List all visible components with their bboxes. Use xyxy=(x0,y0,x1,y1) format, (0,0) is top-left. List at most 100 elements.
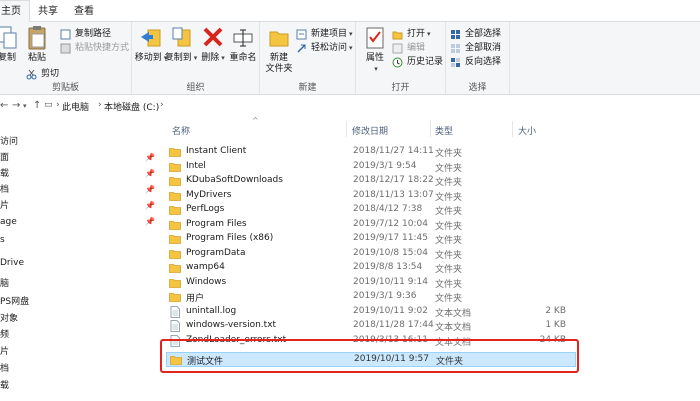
properties-label: 属性 ▾ xyxy=(365,53,384,73)
edit-label: 编辑 xyxy=(407,43,426,53)
select-group: 全部选择 全部取消 反向选择 选择 xyxy=(446,22,510,95)
tab-share[interactable]: 共享 xyxy=(30,2,66,22)
nav-item[interactable]: 频 xyxy=(0,327,9,343)
copy-to-icon xyxy=(172,27,191,47)
nav-item[interactable]: 面 xyxy=(0,150,9,166)
file-row[interactable]: unintall.log 2019/10/11 9:02 文本文档 2 KB xyxy=(166,305,576,320)
breadcrumb-this-pc[interactable]: 此电脑 xyxy=(62,100,89,113)
file-size: 1 KB xyxy=(545,320,566,330)
tab-home-label: 主页 xyxy=(1,6,21,17)
rename-button[interactable]: 重命名 xyxy=(226,25,260,64)
new-item-button[interactable]: 新建项目 ▾ xyxy=(296,27,353,41)
open-button[interactable]: 打开 ▾ xyxy=(392,27,431,41)
pin-icon: 📌 xyxy=(145,169,155,178)
file-type: 文本文档 xyxy=(435,323,472,333)
column-header-type[interactable]: 类型 xyxy=(435,124,453,137)
file-modified-date: 2019/10/11 9:02 xyxy=(353,305,428,316)
text-file-icon xyxy=(170,320,180,332)
rename-icon xyxy=(233,29,253,47)
nav-item[interactable]: 档 xyxy=(0,361,9,377)
properties-button[interactable]: 属性 ▾ xyxy=(358,25,392,75)
column-divider[interactable] xyxy=(512,121,513,137)
file-row[interactable]: KDubaSoftDownloads 2018/12/17 18:22 文件夹 xyxy=(166,174,576,189)
recent-dropdown-icon[interactable]: ▾ xyxy=(23,102,27,110)
cut-button[interactable]: 剪切 xyxy=(26,67,59,81)
file-row[interactable]: PerfLogs 2018/4/12 7:38 文件夹 xyxy=(166,203,576,218)
file-row[interactable]: Intel 2019/3/1 9:54 文件夹 xyxy=(166,160,576,175)
copy-path-button[interactable]: 复制路径 xyxy=(60,27,111,41)
delete-label: 删除 ▾ xyxy=(201,53,225,63)
sort-ascending-icon: ^ xyxy=(252,116,259,125)
nav-item[interactable]: age xyxy=(0,214,17,230)
breadcrumb-local-disk[interactable]: 本地磁盘 (C:) xyxy=(104,100,159,113)
file-row[interactable]: MyDrivers 2018/11/13 13:07 文件夹 xyxy=(166,189,576,204)
open-group-label: 打开 xyxy=(391,83,410,93)
file-type: 文件夹 xyxy=(435,236,463,246)
column-header-modified[interactable]: 修改日期 xyxy=(352,124,388,137)
nav-item[interactable]: 片 xyxy=(0,198,9,214)
file-modified-date: 2019/3/1 9:54 xyxy=(353,160,417,171)
history-icon xyxy=(392,57,403,68)
nav-item[interactable]: PS网盘 xyxy=(0,294,29,310)
select-all-button[interactable]: 全部选择 xyxy=(450,27,501,41)
copy-to-button[interactable]: 复制到 ▾ xyxy=(164,25,198,64)
nav-item[interactable]: 对象 xyxy=(0,311,18,327)
history-button[interactable]: 历史记录 xyxy=(392,55,443,69)
paste-shortcut-button[interactable]: 粘贴快捷方式 xyxy=(60,41,129,55)
file-row[interactable]: wamp64 2019/8/8 13:54 文件夹 xyxy=(166,261,576,276)
address-bar: ← → ▾ ↑ ▭ › 此电脑 › 本地磁盘 (C:) › xyxy=(0,96,700,118)
up-arrow-icon[interactable]: ↑ xyxy=(33,100,41,111)
file-modified-date: 2019/8/8 13:54 xyxy=(353,262,423,272)
select-none-button[interactable]: 全部取消 xyxy=(450,41,501,55)
nav-item[interactable]: 片 xyxy=(0,344,9,360)
new-group-label: 新建 xyxy=(298,83,317,93)
column-header-name[interactable]: 名称 xyxy=(172,124,190,137)
new-folder-button[interactable]: 新建 文件夹 xyxy=(262,25,296,75)
column-divider[interactable] xyxy=(430,121,431,137)
nav-item[interactable]: 载 xyxy=(0,378,9,394)
nav-item[interactable]: 载 xyxy=(0,166,9,182)
folder-icon xyxy=(169,206,181,215)
file-row[interactable]: ProgramData 2019/10/8 15:04 文件夹 xyxy=(166,247,576,262)
nav-item[interactable]: 档 xyxy=(0,182,9,198)
edit-icon xyxy=(392,43,403,54)
paste-button[interactable]: 粘贴 xyxy=(20,25,54,64)
new-item-icon xyxy=(296,29,307,40)
copy-path-label: 复制路径 xyxy=(75,29,112,39)
nav-item[interactable]: 访问 xyxy=(0,134,18,150)
forward-arrow-icon[interactable]: → xyxy=(12,100,20,111)
file-row[interactable]: Windows 2019/10/11 9:14 文件夹 xyxy=(166,276,576,291)
tab-home[interactable]: 主页 xyxy=(0,0,30,23)
file-row[interactable]: 用户 2019/3/1 9:36 文件夹 xyxy=(166,290,576,305)
column-divider[interactable] xyxy=(346,121,347,137)
back-arrow-icon[interactable]: ← xyxy=(0,100,8,111)
new-group: 新建 文件夹 新建项目 ▾ 轻松访问 ▾ 新建 xyxy=(260,22,356,95)
tab-view[interactable]: 查看 xyxy=(66,2,102,22)
edit-button[interactable]: 编辑 xyxy=(392,41,425,55)
pin-icon: 📌 xyxy=(145,185,155,194)
easy-access-button[interactable]: 轻松访问 ▾ xyxy=(296,41,353,55)
nav-item[interactable]: s xyxy=(0,232,5,248)
file-row[interactable]: Program Files (x86) 2019/9/17 11:45 文件夹 xyxy=(166,232,576,247)
file-row[interactable]: Instant Client 2018/11/27 14:11 文件夹 xyxy=(166,145,576,160)
file-name: PerfLogs xyxy=(186,204,225,214)
file-name: wamp64 xyxy=(186,262,225,272)
file-modified-date: 2018/12/17 18:22 xyxy=(353,175,434,185)
file-name: ProgramData xyxy=(186,247,246,258)
move-to-button[interactable]: 移动到 ▾ xyxy=(134,25,168,64)
folder-icon xyxy=(169,148,181,157)
delete-button[interactable]: 删除 ▾ xyxy=(196,25,230,64)
highlight-annotation xyxy=(160,339,579,373)
file-modified-date: 2018/4/12 7:38 xyxy=(353,204,423,214)
file-modified-date: 2018/11/28 17:44 xyxy=(353,320,434,330)
nav-item-onedrive[interactable]: Drive xyxy=(0,255,24,271)
file-name: Windows xyxy=(186,276,227,287)
folder-icon xyxy=(169,249,181,259)
file-row[interactable]: windows-version.txt 2018/11/28 17:44 文本文档 1… xyxy=(166,319,576,334)
file-name: unintall.log xyxy=(186,305,237,316)
nav-item-this-pc[interactable]: 脑 xyxy=(0,276,9,292)
invert-selection-button[interactable]: 反向选择 xyxy=(450,55,501,69)
column-header-size[interactable]: 大小 xyxy=(518,124,536,137)
file-row[interactable]: Program Files 2019/7/12 10:04 文件夹 xyxy=(166,218,576,233)
folder-icon xyxy=(169,220,181,230)
